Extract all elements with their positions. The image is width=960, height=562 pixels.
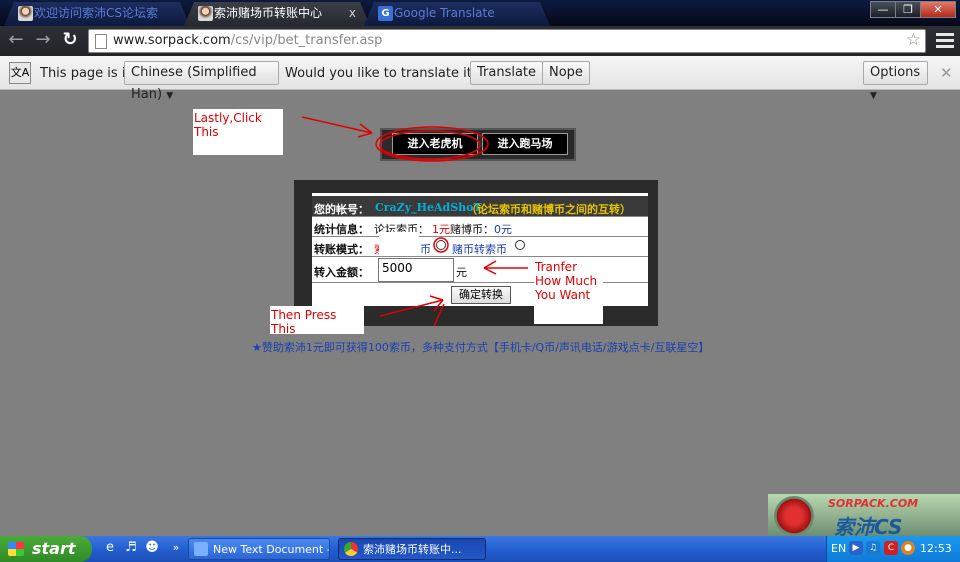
chrome-icon bbox=[344, 542, 358, 556]
watermark-site: SORPACK.COM bbox=[828, 497, 919, 510]
circle-radio bbox=[433, 237, 449, 253]
task-chrome-transfer[interactable]: 索沛赌场币转账中... bbox=[338, 538, 486, 560]
task-label: 索沛赌场币转账中... bbox=[363, 543, 462, 556]
logo-emblem-icon bbox=[774, 496, 814, 536]
sponsor-link[interactable]: ★赞助索沛1元即可获得100索币，多种支付方式【手机卡/Q币/声讯电话/游戏点卡… bbox=[252, 339, 709, 355]
task-text-document[interactable]: New Text Document -... bbox=[188, 538, 330, 560]
clock: 12:53 bbox=[920, 542, 952, 555]
language-indicator[interactable]: EN bbox=[831, 542, 846, 555]
arrow-to-submit bbox=[379, 295, 444, 317]
arrow-to-amount bbox=[483, 260, 528, 275]
messenger-icon[interactable]: ☻ bbox=[144, 540, 160, 556]
internet-explorer-icon[interactable]: e bbox=[102, 540, 118, 556]
volume-icon[interactable]: ♫ bbox=[866, 541, 880, 555]
network-icon[interactable]: ▶ bbox=[849, 541, 863, 555]
annotation-arrows bbox=[301, 116, 528, 327]
start-button[interactable]: start bbox=[0, 536, 92, 562]
quicklaunch-overflow-icon[interactable]: » bbox=[168, 540, 184, 556]
windows-logo-icon bbox=[8, 542, 24, 556]
tray-app-icon[interactable]: ● bbox=[901, 541, 915, 555]
sorpack-watermark-logo: SORPACK.COM 索沛CS bbox=[768, 494, 960, 539]
media-player-icon[interactable]: ♬ bbox=[123, 540, 139, 556]
notepad-icon bbox=[194, 542, 208, 556]
circle-slot-button bbox=[375, 126, 489, 162]
start-label: start bbox=[32, 539, 76, 558]
antivirus-icon[interactable]: C bbox=[884, 541, 898, 555]
task-label: New Text Document -... bbox=[213, 543, 330, 556]
